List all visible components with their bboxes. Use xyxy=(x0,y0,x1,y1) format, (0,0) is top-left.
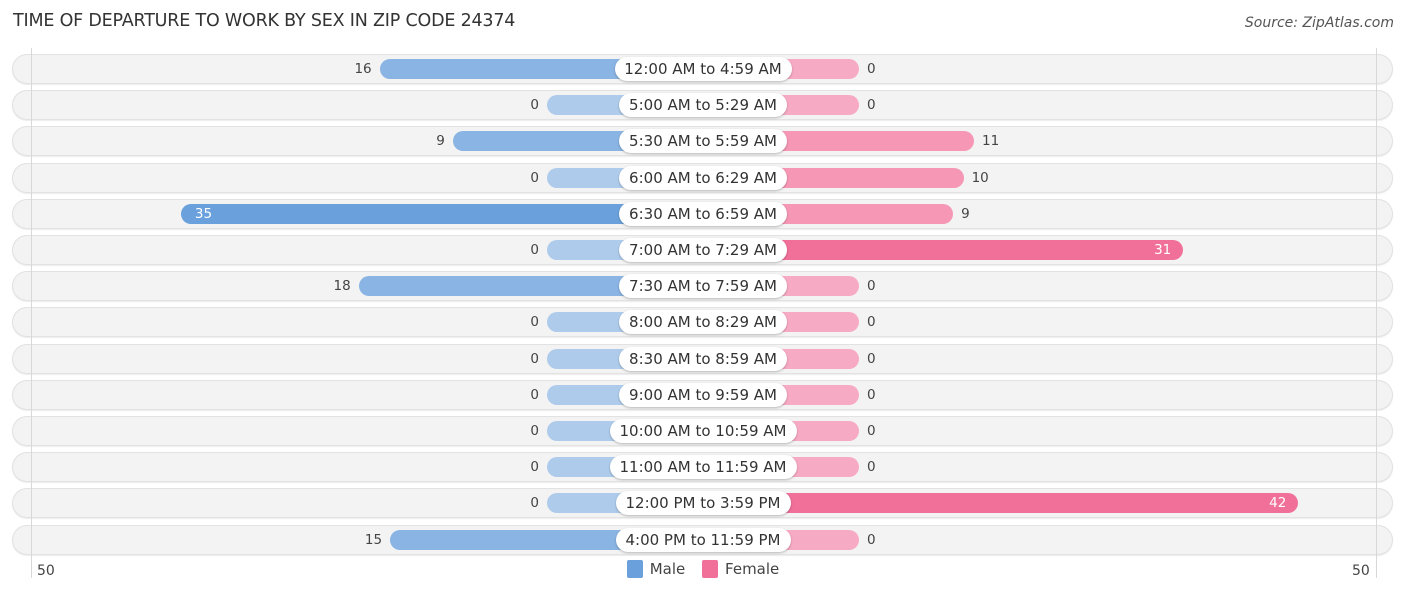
category-label: 10:00 AM to 10:59 AM xyxy=(609,419,797,443)
right-axis-line xyxy=(1376,48,1377,578)
value-label-female: 0 xyxy=(867,386,876,403)
category-label: 4:00 PM to 11:59 PM xyxy=(615,527,791,552)
value-label-male: 0 xyxy=(530,495,539,512)
category-label: 6:00 AM to 6:29 AM xyxy=(619,165,787,190)
value-label-male: 35 xyxy=(194,205,213,222)
value-label-male: 0 xyxy=(530,242,539,258)
value-label-male: 9 xyxy=(436,133,445,150)
value-label-male: 0 xyxy=(530,169,539,186)
value-label-male: 0 xyxy=(530,350,539,367)
bar-female[interactable] xyxy=(703,493,1299,514)
legend-swatch-male xyxy=(626,560,643,578)
value-label-female: 0 xyxy=(867,314,876,331)
category-label: 8:00 AM to 8:29 AM xyxy=(619,310,787,335)
category-label: 5:00 AM to 5:29 AM xyxy=(619,93,787,118)
value-label-female: 0 xyxy=(867,423,876,439)
legend-swatch-female xyxy=(702,560,719,578)
value-label-female: 0 xyxy=(867,97,876,114)
legend-item-male[interactable]: Male xyxy=(626,560,686,578)
category-label: 6:30 AM to 6:59 AM xyxy=(619,201,787,226)
value-label-female: 0 xyxy=(867,459,876,476)
category-label: 7:00 AM to 7:29 AM xyxy=(619,238,787,262)
category-label: 11:00 AM to 11:59 AM xyxy=(609,455,797,480)
legend-item-female[interactable]: Female xyxy=(702,560,779,578)
value-label-male: 0 xyxy=(530,314,539,331)
value-label-male: 16 xyxy=(354,61,372,77)
legend: Male Female xyxy=(0,560,1406,582)
legend-label-female: Female xyxy=(725,560,780,578)
value-label-male: 0 xyxy=(530,386,539,403)
value-label-male: 18 xyxy=(333,278,351,295)
category-label: 7:30 AM to 7:59 AM xyxy=(619,274,787,299)
value-label-female: 9 xyxy=(961,205,970,222)
left-axis-line xyxy=(31,48,32,578)
value-label-female: 0 xyxy=(867,531,876,548)
value-label-male: 15 xyxy=(364,531,383,548)
value-label-female: 10 xyxy=(971,169,989,186)
category-label: 5:30 AM to 5:59 AM xyxy=(619,129,787,154)
value-label-female: 42 xyxy=(1269,495,1287,512)
value-label-female: 0 xyxy=(867,61,876,77)
chart-area: 16 0 12:00 AM to 4:59 AM 0 0 5:00 AM to 5:29 … xyxy=(0,0,1406,595)
category-label: 12:00 PM to 3:59 PM xyxy=(615,491,791,516)
value-label-female: 11 xyxy=(982,133,1000,150)
value-label-male: 0 xyxy=(530,423,539,439)
legend-label-male: Male xyxy=(649,560,686,578)
category-label: 8:30 AM to 8:59 AM xyxy=(619,346,787,371)
value-label-female: 0 xyxy=(867,278,876,295)
category-label: 9:00 AM to 9:59 AM xyxy=(619,382,787,407)
value-label-male: 0 xyxy=(530,459,539,476)
value-label-female: 0 xyxy=(867,350,876,367)
value-label-male: 0 xyxy=(530,97,539,114)
category-label: 12:00 AM to 4:59 AM xyxy=(614,57,792,81)
value-label-female: 31 xyxy=(1154,242,1172,258)
